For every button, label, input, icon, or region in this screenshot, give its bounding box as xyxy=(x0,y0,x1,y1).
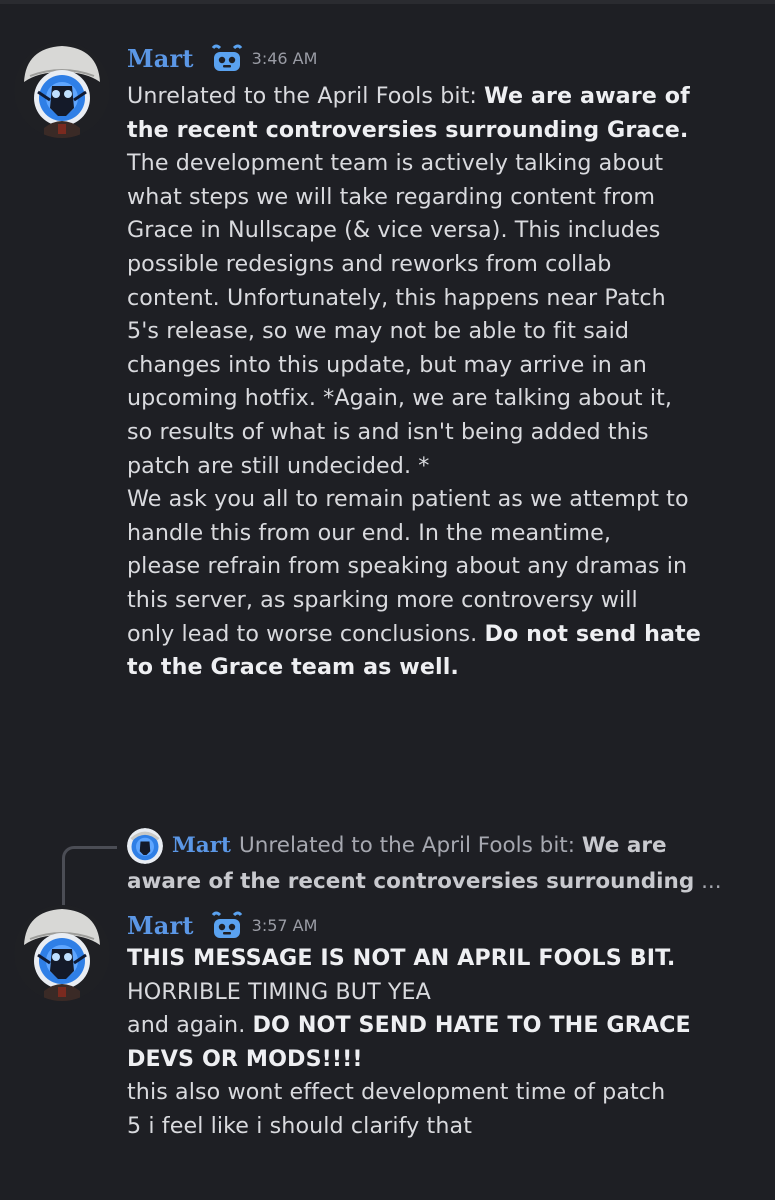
message-line: The development team is actively talking… xyxy=(127,147,757,181)
message-line: and again. DO NOT SEND HATE TO THE GRACE xyxy=(127,1009,757,1043)
message-text: this also wont effect development time o… xyxy=(127,1079,666,1106)
message-bold-text: Do not send hate xyxy=(484,620,701,647)
message-line: patch are still undecided. * xyxy=(127,450,757,484)
message-line: Unrelated to the April Fools bit: We are… xyxy=(127,80,757,114)
message-text: upcoming hotfix. *Again, we are talking … xyxy=(127,385,673,412)
message-line: changes into this update, but may arrive… xyxy=(127,349,757,383)
reply-avatar xyxy=(127,828,163,864)
reply-connector xyxy=(62,846,117,911)
message-text: and again. xyxy=(127,1012,253,1039)
message-line: handle this from our end. In the meantim… xyxy=(127,517,757,551)
message-text: changes into this update, but may arrive… xyxy=(127,351,647,378)
message-text: possible redesigns and reworks from coll… xyxy=(127,250,612,277)
message-line: content. Unfortunately, this happens nea… xyxy=(127,282,757,316)
message-text: only lead to worse conclusions. xyxy=(127,620,485,647)
message-text: what steps we will take regarding conten… xyxy=(127,183,656,210)
message-line: the recent controversies surrounding Gra… xyxy=(127,114,757,148)
message-bold-text: DO NOT SEND HATE TO THE GRACE xyxy=(252,1012,691,1039)
top-edge-divider xyxy=(0,0,775,4)
avatar[interactable] xyxy=(14,905,110,1001)
message-bold-text: the recent controversies surrounding Gra… xyxy=(127,116,689,143)
message-line: so results of what is and isn't being ad… xyxy=(127,416,757,450)
message-text: Grace in Nullscape (& vice versa). This … xyxy=(127,217,661,244)
message-text: this server, as sparking more controvers… xyxy=(127,586,638,613)
timestamp: 3:46 AM xyxy=(251,48,318,68)
message-line: THIS MESSAGE IS NOT AN APRIL FOOLS BIT. xyxy=(127,942,757,976)
message-text: please refrain from speaking about any d… xyxy=(127,553,688,580)
username[interactable]: Mart xyxy=(127,911,194,940)
message-line: possible redesigns and reworks from coll… xyxy=(127,248,757,282)
message-text: 5 i feel like i should clarify that xyxy=(127,1112,472,1139)
message-text: Unrelated to the April Fools bit: xyxy=(127,83,485,109)
robot-badge-icon xyxy=(210,43,244,73)
message-line: this also wont effect development time o… xyxy=(127,1076,757,1110)
message-line: this server, as sparking more controvers… xyxy=(127,584,757,618)
message-line: what steps we will take regarding conten… xyxy=(127,181,757,215)
reply-preview[interactable]: Mart Unrelated to the April Fools bit: We… xyxy=(0,828,775,911)
reply-bold-text: We are xyxy=(581,833,667,858)
reply-bold-text: aware of the recent controversies surrou… xyxy=(127,869,695,894)
reply-text-line-1: Mart Unrelated to the April Fools bit: We… xyxy=(172,828,667,864)
message-header: Mart 3:46 AM xyxy=(127,38,317,78)
username[interactable]: Mart xyxy=(127,44,194,73)
message-content: Unrelated to the April Fools bit: We are… xyxy=(127,80,757,685)
message-bold-text: DEVS OR MODS!!!! xyxy=(127,1045,363,1072)
message-content: THIS MESSAGE IS NOT AN APRIL FOOLS BIT. H… xyxy=(127,942,757,1144)
message-text: HORRIBLE TIMING BUT YEA xyxy=(127,978,431,1005)
message-line: upcoming hotfix. *Again, we are talking … xyxy=(127,382,757,416)
reply-text-line-2: aware of the recent controversies surrou… xyxy=(127,864,722,900)
message-line: only lead to worse conclusions. Do not s… xyxy=(127,618,757,652)
message-bold-text: We are aware of xyxy=(484,83,690,109)
message-text: We ask you all to remain patient as we a… xyxy=(127,486,689,513)
message-line: please refrain from speaking about any d… xyxy=(127,550,757,584)
reply-text: Unrelated to the April Fools bit: xyxy=(239,833,582,858)
reply-username[interactable]: Mart xyxy=(172,833,231,858)
timestamp: 3:57 AM xyxy=(251,915,318,935)
message-text: content. Unfortunately, this happens nea… xyxy=(127,284,666,311)
message-line: DEVS OR MODS!!!! xyxy=(127,1043,757,1077)
message-line: 5 i feel like i should clarify that xyxy=(127,1110,757,1144)
reply-ellipsis: ... xyxy=(694,869,722,894)
message-line: Grace in Nullscape (& vice versa). This … xyxy=(127,214,757,248)
message-line: 5's release, so we may not be able to fi… xyxy=(127,315,757,349)
message-header: Mart 3:57 AM xyxy=(127,905,317,945)
message-text: 5's release, so we may not be able to fi… xyxy=(127,318,630,345)
avatar[interactable] xyxy=(14,42,110,138)
message-line: We ask you all to remain patient as we a… xyxy=(127,483,757,517)
robot-badge-icon xyxy=(210,910,244,940)
message-line: to the Grace team as well. xyxy=(127,651,757,685)
message-text: handle this from our end. In the meantim… xyxy=(127,519,612,546)
message-text: The development team is actively talking… xyxy=(127,150,664,177)
message-text: patch are still undecided. * xyxy=(127,452,430,479)
message-bold-text: THIS MESSAGE IS NOT AN APRIL FOOLS BIT. xyxy=(127,945,676,971)
message-line: HORRIBLE TIMING BUT YEA xyxy=(127,976,757,1010)
message-text: so results of what is and isn't being ad… xyxy=(127,418,649,445)
message-bold-text: to the Grace team as well. xyxy=(127,654,459,681)
